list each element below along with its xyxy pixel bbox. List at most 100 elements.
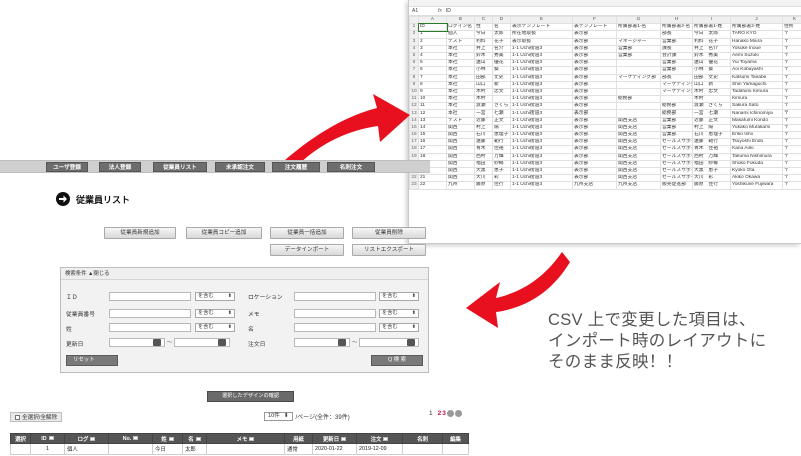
- sheet-cell[interactable]: 〒: [782, 145, 801, 154]
- sheet-cell[interactable]: 大黒 恵子: [692, 166, 731, 176]
- sheet-cell[interactable]: 1-1 Uchi街道3: [510, 138, 573, 147]
- sheet-cell[interactable]: 遠山 優花: [692, 59, 731, 68]
- sheet-cell[interactable]: 陽: [492, 123, 511, 133]
- sheet-cell[interactable]: 関西支店: [616, 130, 661, 140]
- bulk-add-employee-button[interactable]: 従業員一括追加: [270, 227, 344, 239]
- add-employee-button[interactable]: 従業員新規追加: [104, 227, 176, 239]
- data-import-button[interactable]: データインポート: [270, 244, 344, 256]
- column-header[interactable]: 用紙: [284, 433, 313, 444]
- sheet-row-number[interactable]: 9: [409, 80, 419, 89]
- sheet-cell[interactable]: ID: [417, 22, 448, 32]
- column-header[interactable]: 名: [182, 433, 207, 444]
- sheet-cell[interactable]: 表示部: [572, 166, 617, 176]
- sheet-cell[interactable]: 表示部: [572, 174, 617, 183]
- sheet-cell[interactable]: [616, 102, 661, 111]
- sheet-cell[interactable]: 所在地取扱: [510, 30, 573, 39]
- sheet-cell[interactable]: 〒: [782, 109, 801, 118]
- sheet-cell[interactable]: 表示部: [572, 116, 617, 125]
- sheet-cell[interactable]: 表示部: [572, 123, 617, 133]
- sheet-cell[interactable]: 太郎: [492, 30, 511, 39]
- sheet-row-number[interactable]: 17: [409, 138, 419, 147]
- sheet-row-number[interactable]: 15: [409, 123, 419, 133]
- sheet-cell[interactable]: 今日 太郎: [692, 30, 731, 39]
- calendar-icon[interactable]: [407, 339, 415, 346]
- sheet-cell[interactable]: 表示部: [572, 44, 617, 53]
- sheet-cell[interactable]: 営業部: [660, 123, 693, 133]
- sheet-cell[interactable]: Tadafumi Kimura: [730, 87, 783, 97]
- sheet-cell[interactable]: 1-1 Uchi街道3: [510, 109, 573, 118]
- sheet-cell[interactable]: 〒: [782, 59, 801, 68]
- memo-match-select[interactable]: を含む ⬍: [379, 309, 419, 318]
- sheet-cell[interactable]: 関西: [446, 123, 475, 133]
- sheet-cell[interactable]: 1-1 Uchi街道3: [510, 59, 573, 68]
- sheet-column-header[interactable]: F: [572, 15, 617, 25]
- sheet-cell[interactable]: 1-1 Uchi街道3: [510, 174, 573, 183]
- sheet-cell[interactable]: マーケティング部: [660, 87, 693, 97]
- sheet-cell[interactable]: 関西: [446, 159, 475, 168]
- sheet-cell[interactable]: 営業部: [660, 37, 693, 46]
- sheet-cell[interactable]: 所属部署2-名: [660, 23, 693, 32]
- sheet-cell[interactable]: Akiko Okawa: [730, 174, 783, 183]
- column-header[interactable]: ログ: [64, 433, 109, 444]
- sheet-cell[interactable]: 1: [418, 30, 447, 39]
- sheet-cell[interactable]: 青木: [474, 145, 493, 154]
- sheet-cell[interactable]: 15: [418, 130, 447, 140]
- sheet-cell[interactable]: マーケティング部: [660, 80, 693, 89]
- sheet-cell[interactable]: 本社: [446, 51, 475, 61]
- sheet-cell[interactable]: セールスサポート: [660, 145, 693, 154]
- sheet-cell[interactable]: 花子: [492, 37, 511, 46]
- sheet-cell[interactable]: 新: [492, 80, 511, 89]
- sheet-cell[interactable]: 1-1 Uchi街道3: [510, 44, 573, 53]
- sheet-cell[interactable]: 表示部: [572, 59, 617, 68]
- calendar-icon[interactable]: [153, 339, 161, 346]
- table-cell[interactable]: [442, 443, 469, 455]
- sheet-cell[interactable]: 13: [418, 116, 447, 125]
- sheet-column-header[interactable]: J: [730, 15, 783, 25]
- sheet-cell[interactable]: 利料 花子: [692, 37, 731, 46]
- sheet-cell[interactable]: 鈴木: [474, 51, 493, 61]
- page-2-link[interactable]: 2: [438, 410, 442, 417]
- sheet-cell[interactable]: 表示部: [572, 138, 617, 147]
- sheet-cell[interactable]: 遠山: [474, 59, 493, 68]
- sheet-cell[interactable]: 本社: [446, 80, 475, 89]
- sheet-cell[interactable]: 丈史: [492, 73, 511, 82]
- sheet-column-header[interactable]: G: [616, 15, 661, 25]
- sheet-row-number[interactable]: 12: [409, 102, 419, 111]
- sheet-cell[interactable]: 1-1 Uchi街道3: [510, 145, 573, 154]
- calendar-icon[interactable]: [338, 339, 346, 346]
- sheet-cell[interactable]: テスト: [446, 37, 475, 46]
- sheet-cell[interactable]: [616, 109, 661, 118]
- sheet-cell[interactable]: 会計課: [660, 51, 693, 61]
- sheet-cell[interactable]: TARO KYO: [730, 30, 783, 39]
- sheet-cell[interactable]: 九州支店: [572, 181, 617, 190]
- column-header[interactable]: 更新日: [312, 433, 357, 444]
- sheet-cell[interactable]: 関西: [446, 152, 475, 161]
- sheet-cell[interactable]: 〒: [782, 138, 801, 147]
- sheet-cell[interactable]: 〒: [782, 116, 801, 125]
- sheet-row-number[interactable]: 2: [409, 30, 419, 39]
- sheet-cell[interactable]: 総務部: [660, 102, 693, 111]
- sheet-column-header[interactable]: B: [446, 15, 475, 25]
- nav-corporate-registration[interactable]: 法人登録: [99, 162, 141, 172]
- list-export-button[interactable]: リストエクスポート: [352, 244, 426, 256]
- sheet-cell[interactable]: 〒: [782, 102, 801, 111]
- sheet-cell[interactable]: 関西: [446, 145, 475, 154]
- sheet-cell[interactable]: 10: [418, 95, 447, 104]
- sheet-cell[interactable]: 〒: [782, 166, 801, 176]
- sheet-cell[interactable]: 一宮: [474, 109, 493, 118]
- sheet-cell[interactable]: 近藤 正文: [692, 116, 731, 125]
- sheet-cell[interactable]: Kyoko Ota: [730, 166, 783, 176]
- sheet-cell[interactable]: 1-1 Uchi街道3: [510, 87, 573, 97]
- sheet-cell[interactable]: 万輝: [492, 152, 511, 161]
- copy-add-employee-button[interactable]: 従業員コピー追加: [186, 227, 262, 239]
- sheet-cell[interactable]: 1-1 Uchi街道3: [510, 116, 573, 125]
- sheet-row-number[interactable]: 3: [409, 37, 419, 46]
- sheet-cell[interactable]: 17: [418, 145, 447, 154]
- sheet-row-number[interactable]: 23: [409, 181, 419, 190]
- sheet-row-number[interactable]: 18: [409, 145, 419, 154]
- sheet-row-number[interactable]: 22: [409, 174, 419, 183]
- sheet-cell[interactable]: 本社: [446, 44, 475, 53]
- sort-icon[interactable]: [195, 437, 201, 442]
- memo-input[interactable]: [294, 309, 376, 318]
- sheet-cell[interactable]: 優花: [492, 59, 511, 68]
